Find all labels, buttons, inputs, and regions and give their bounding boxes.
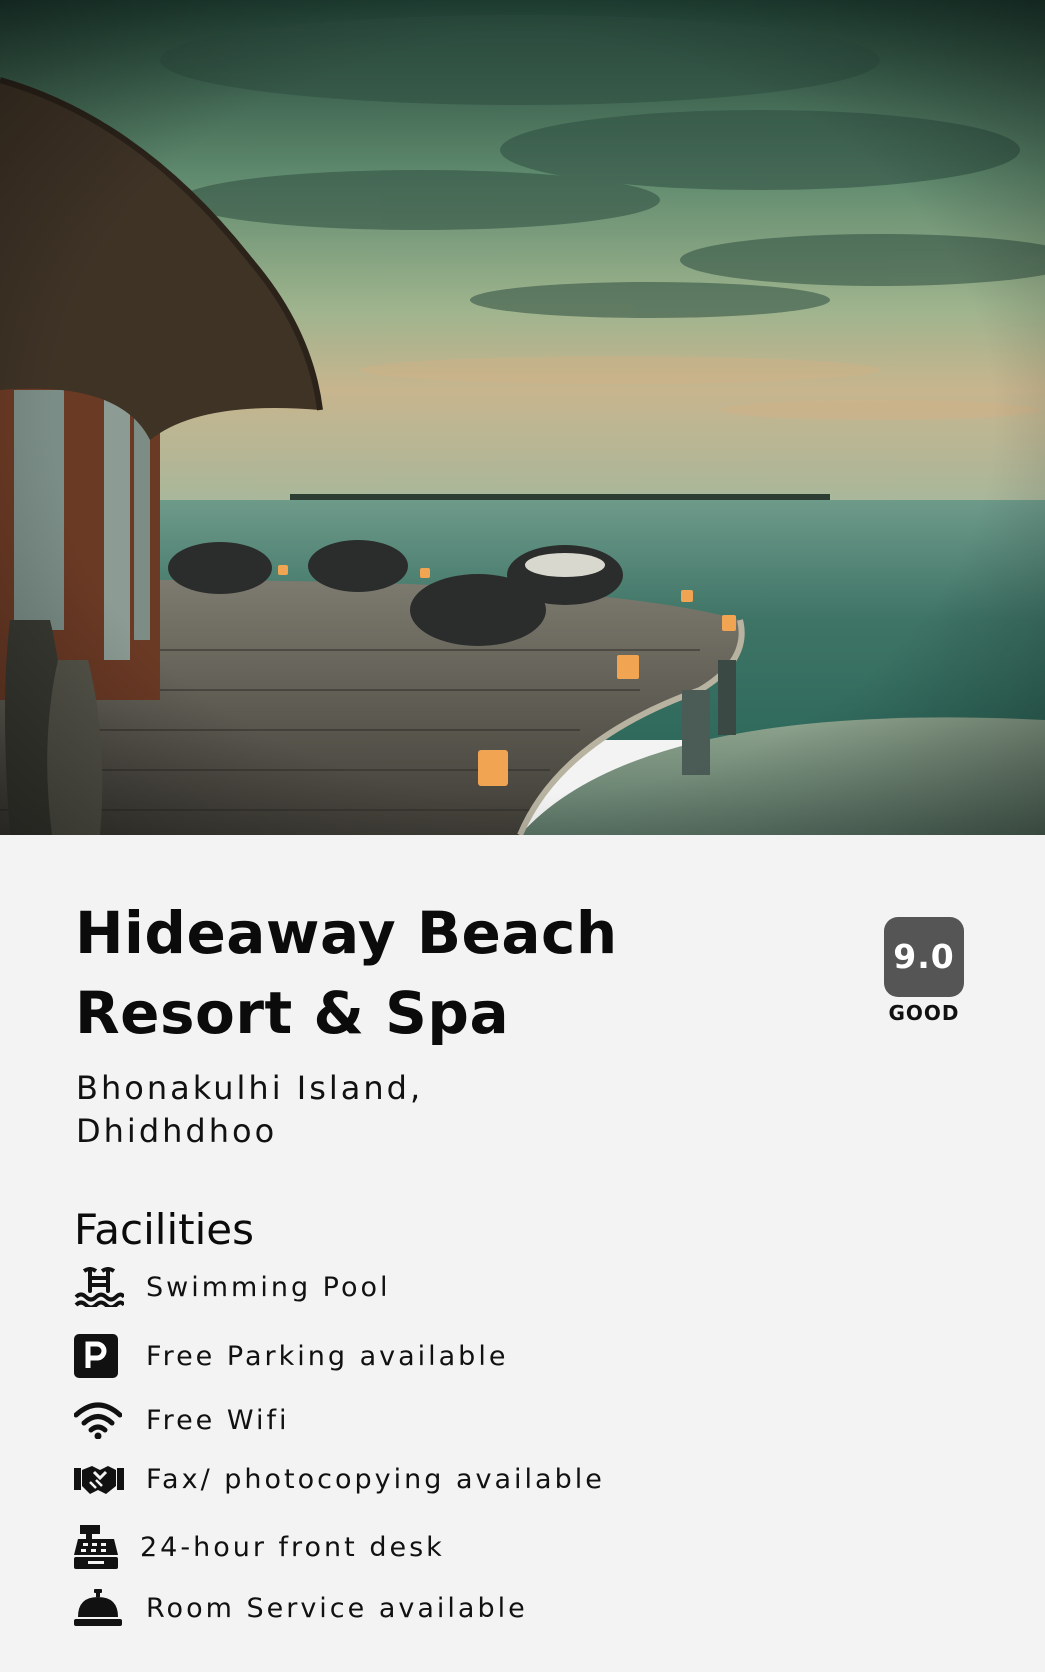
facility-label: Free Wifi <box>146 1404 290 1436</box>
parking-icon <box>74 1331 126 1381</box>
facility-item: Room Service available <box>74 1583 528 1633</box>
hero-image <box>0 0 1045 835</box>
wifi-icon <box>74 1395 126 1445</box>
facility-item: 24-hour front desk <box>74 1522 445 1572</box>
concierge-bell-icon <box>74 1583 126 1633</box>
handshake-icon <box>74 1454 126 1504</box>
hotel-name: Hideaway Beach Resort & Spa <box>75 893 695 1053</box>
facility-item: Swimming Pool <box>74 1262 391 1312</box>
hotel-card: Hideaway Beach Resort & Spa Bhonakulhi I… <box>0 835 1045 1672</box>
facilities-heading: Facilities <box>74 1205 254 1254</box>
hotel-name-line2: Resort & Spa <box>75 979 510 1047</box>
facility-label: 24-hour front desk <box>140 1531 445 1563</box>
facility-item: Fax/ photocopying available <box>74 1454 605 1504</box>
cash-register-icon <box>74 1522 120 1572</box>
hotel-address: Bhonakulhi Island, Dhidhdhoo <box>76 1067 576 1153</box>
facility-label: Swimming Pool <box>146 1271 391 1303</box>
facility-item: Free Wifi <box>74 1395 290 1445</box>
hotel-name-line1: Hideaway Beach <box>75 899 618 967</box>
rating-label: GOOD <box>888 1001 960 1025</box>
address-line1: Bhonakulhi Island, <box>76 1069 424 1107</box>
rating-score: 9.0 <box>884 917 964 997</box>
swimming-pool-icon <box>74 1262 126 1312</box>
facility-label: Fax/ photocopying available <box>146 1463 605 1495</box>
rating-badge: 9.0 GOOD <box>884 917 964 1025</box>
facility-label: Free Parking available <box>146 1340 509 1372</box>
facility-item: Free Parking available <box>74 1331 508 1381</box>
facility-label: Room Service available <box>146 1592 528 1624</box>
address-line2: Dhidhdhoo <box>76 1112 278 1150</box>
